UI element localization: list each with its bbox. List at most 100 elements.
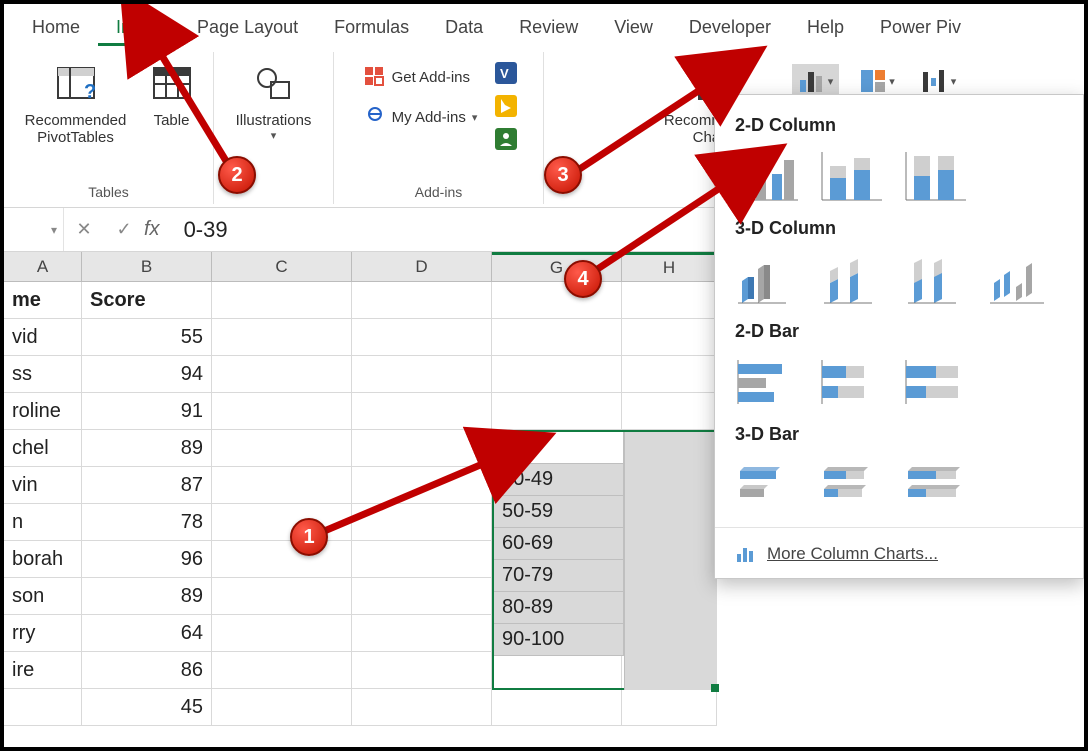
addins-store-icon <box>364 66 386 88</box>
cell[interactable]: rry <box>4 615 82 652</box>
cancel-formula-button[interactable]: ✕ <box>64 208 104 251</box>
section-2d-column: 2-D Column <box>735 115 1063 136</box>
cell[interactable]: 60-69 <box>494 528 624 560</box>
tab-review[interactable]: Review <box>501 9 596 46</box>
cell[interactable] <box>212 282 352 319</box>
tab-view[interactable]: View <box>596 9 671 46</box>
cell[interactable]: 45 <box>82 689 212 726</box>
tab-home[interactable]: Home <box>14 9 98 46</box>
tab-help[interactable]: Help <box>789 9 862 46</box>
tab-developer[interactable]: Developer <box>671 9 789 46</box>
cell[interactable] <box>352 282 492 319</box>
svg-text:?: ? <box>724 63 738 90</box>
cell[interactable]: 78 <box>82 504 212 541</box>
chevron-down-icon: ▾ <box>828 75 834 88</box>
cell[interactable]: chel <box>4 430 82 467</box>
section-2d-bar: 2-D Bar <box>735 321 1063 342</box>
cell[interactable]: 90-100 <box>494 624 624 656</box>
stacked-bar-100-3d[interactable] <box>903 455 969 511</box>
stacked-bar-2d[interactable] <box>819 352 885 408</box>
tab-formulas[interactable]: Formulas <box>316 9 427 46</box>
bing-addin-icon[interactable] <box>495 95 517 122</box>
cell[interactable]: 86 <box>82 652 212 689</box>
cell[interactable] <box>4 689 82 726</box>
stacked-column-100-2d[interactable] <box>903 146 969 202</box>
tab-data[interactable]: Data <box>427 9 501 46</box>
cell[interactable]: 50-59 <box>494 496 624 528</box>
cell[interactable]: 0-39 <box>494 432 624 464</box>
cell[interactable]: Score <box>82 282 212 319</box>
cell[interactable]: 80-89 <box>494 592 624 624</box>
enter-formula-button[interactable]: ✓ <box>104 208 144 251</box>
cell[interactable]: 40-49 <box>494 464 624 496</box>
cell[interactable]: n <box>4 504 82 541</box>
my-addins-icon <box>364 106 386 128</box>
cell[interactable]: 96 <box>82 541 212 578</box>
column-chart-icon <box>798 68 826 94</box>
cell[interactable]: 70-79 <box>494 560 624 592</box>
cell[interactable]: son <box>4 578 82 615</box>
group-addins: Get Add-ins My Add-ins ▾ V Add <box>334 52 544 204</box>
cell[interactable]: vin <box>4 467 82 504</box>
recommended-pivottables-button[interactable]: ? Recommended PivotTables <box>17 56 135 151</box>
column-chart-icon <box>735 544 757 564</box>
people-addin-icon[interactable] <box>495 128 517 155</box>
stacked-bar-3d[interactable] <box>819 455 885 511</box>
my-addins-label: My Add-ins <box>392 109 466 126</box>
svg-text:V: V <box>500 66 509 81</box>
stacked-column-2d[interactable] <box>819 146 885 202</box>
group-tables-label: Tables <box>88 184 128 202</box>
cell[interactable]: 55 <box>82 319 212 356</box>
name-box[interactable]: ▾ <box>4 208 64 251</box>
cell[interactable]: 94 <box>82 356 212 393</box>
fill-handle[interactable] <box>711 684 719 692</box>
cell[interactable]: ire <box>4 652 82 689</box>
col-header-d[interactable]: D <box>352 252 492 281</box>
visio-addin-icon[interactable]: V <box>495 62 517 89</box>
cell[interactable]: 64 <box>82 615 212 652</box>
clustered-bar-2d[interactable] <box>735 352 801 408</box>
fx-label[interactable]: fx <box>144 218 174 241</box>
clustered-column-2d[interactable] <box>735 146 801 202</box>
app-window: Home Insert Page Layout Formulas Data Re… <box>0 0 1088 751</box>
annotation-badge-1: 1 <box>290 518 328 556</box>
cell[interactable]: borah <box>4 541 82 578</box>
section-3d-column: 3-D Column <box>735 218 1063 239</box>
annotation-badge-2: 2 <box>218 156 256 194</box>
cell[interactable]: 87 <box>82 467 212 504</box>
hierarchy-chart-button[interactable]: ▾ <box>853 64 901 98</box>
stacked-column-3d[interactable] <box>819 249 885 305</box>
group-addins-label: Add-ins <box>415 184 462 202</box>
clustered-column-3d[interactable] <box>735 249 801 305</box>
stacked-column-100-3d[interactable] <box>903 249 969 305</box>
more-column-charts-link[interactable]: More Column Charts... <box>735 538 1063 568</box>
formula-value[interactable]: 0-39 <box>174 217 228 243</box>
waterfall-chart-button[interactable]: ▾ <box>915 64 963 98</box>
cell[interactable]: vid <box>4 319 82 356</box>
cell[interactable] <box>492 282 622 319</box>
svg-text:?: ? <box>84 81 96 103</box>
annotation-arrow-3 <box>564 74 724 184</box>
stacked-bar-100-2d[interactable] <box>903 352 969 408</box>
cell[interactable]: 91 <box>82 393 212 430</box>
col-header-c[interactable]: C <box>212 252 352 281</box>
get-addins-button[interactable]: Get Add-ins <box>360 62 482 92</box>
clustered-bar-3d[interactable] <box>735 455 801 511</box>
my-addins-button[interactable]: My Add-ins ▾ <box>360 102 482 132</box>
pivot-table-icon: ? <box>54 60 98 108</box>
annotation-badge-4: 4 <box>564 260 602 298</box>
column-chart-button[interactable]: ▾ <box>792 64 840 98</box>
cell[interactable]: me <box>4 282 82 319</box>
tab-power-pivot[interactable]: Power Piv <box>862 9 979 46</box>
cell[interactable]: 89 <box>82 430 212 467</box>
cell[interactable] <box>622 282 717 319</box>
column-chart-gallery: 2-D Column 3-D Column 2-D Bar 3-D Bar <box>714 94 1084 579</box>
col-header-a[interactable]: A <box>4 252 82 281</box>
cell[interactable]: ss <box>4 356 82 393</box>
cell[interactable]: 89 <box>82 578 212 615</box>
chevron-down-icon: ▾ <box>271 129 277 142</box>
col-header-b[interactable]: B <box>82 252 212 281</box>
column-3d[interactable] <box>987 249 1053 305</box>
cell[interactable]: roline <box>4 393 82 430</box>
chevron-down-icon: ▾ <box>951 75 957 88</box>
